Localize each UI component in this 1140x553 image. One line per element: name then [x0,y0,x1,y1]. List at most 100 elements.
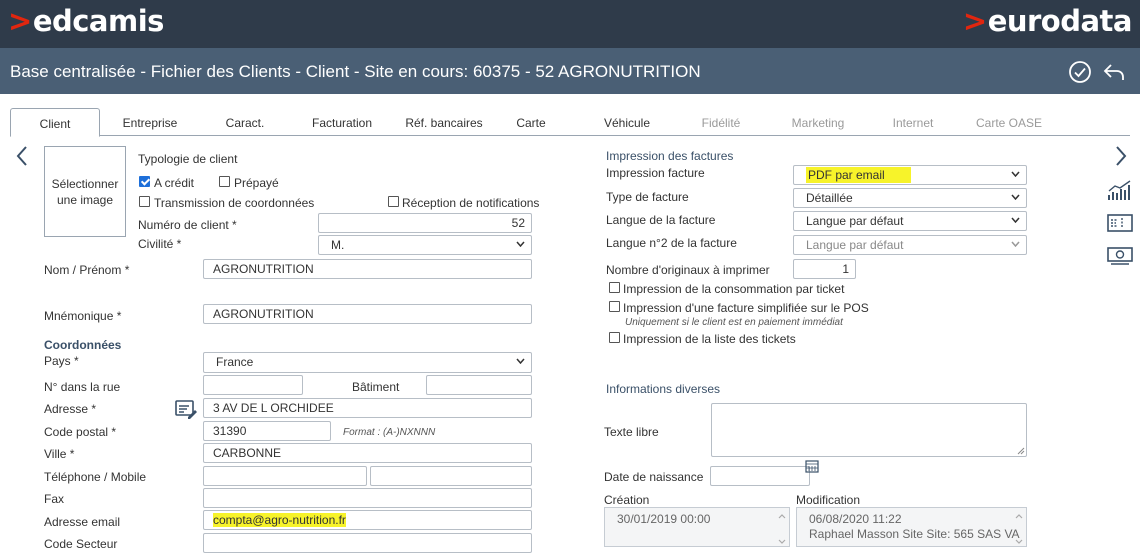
country-select[interactable]: France [203,352,532,373]
scroll-arrows-icon[interactable] [1015,512,1023,546]
street-number-field[interactable] [203,375,303,395]
tab-vehicule[interactable]: Véhicule [592,116,662,130]
phone-label: Téléphone / Mobile [44,470,147,484]
address-lookup-icon[interactable] [174,397,198,421]
tab-ref-bancaires[interactable]: Réf. bancaires [394,116,494,130]
postal-code-field[interactable]: 31390 [203,421,331,441]
sector-code-field[interactable] [203,533,532,553]
city-label: Ville * [44,447,75,461]
previous-arrow-icon[interactable] [14,145,30,167]
fax-label: Fax [44,492,65,506]
free-text-label: Texte libre [604,425,659,439]
civility-label: Civilité * [138,237,182,251]
simplified-invoice-checkbox[interactable] [609,301,620,312]
back-arrow-icon[interactable] [1102,60,1126,84]
tab-carte[interactable]: Carte [506,116,556,130]
invoice-type-select[interactable]: Détaillée [793,188,1027,208]
select-image-button[interactable]: Sélectionner une image [44,146,126,237]
modification-date: 06/08/2020 11:22 [809,512,902,526]
validate-check-icon[interactable] [1068,60,1092,84]
eurodata-logo-text: eurodata [987,4,1133,38]
invoice-type-label: Type de facture [606,190,689,204]
modification-user: Raphael Masson Site Site: 565 SAS VA [809,527,1020,541]
creation-value: 30/01/2019 00:00 [617,512,711,526]
tickets-list-checkbox[interactable] [609,332,620,343]
top-bar: >edcamis >eurodata [0,0,1140,48]
transmission-checkbox[interactable] [139,196,150,207]
mnemonic-field[interactable]: AGRONUTRITION [203,304,532,324]
name-field[interactable]: AGRONUTRITION [203,259,532,279]
fax-field[interactable] [203,488,532,508]
scroll-arrows-icon[interactable] [778,512,786,546]
cash-icon[interactable] [1106,244,1134,266]
invoice-print-section-title: Impression des factures [606,149,734,163]
creation-label: Création [604,493,650,507]
credit-checkbox[interactable] [139,176,150,187]
invoice-language2-value: Langue par défaut [806,238,904,252]
notifications-checkbox[interactable] [388,196,399,207]
eurodata-logo: >eurodata [962,4,1133,38]
client-number-label: Numéro de client * [138,218,237,232]
simplified-invoice-label: Impression d'une facture simplifiée sur … [623,301,869,315]
credit-label: A crédit [154,176,195,190]
address-label: Adresse * [44,402,97,416]
ticket-icon[interactable] [1106,212,1134,234]
tab-marketing: Marketing [791,116,845,130]
invoice-language-label: Langue de la facture [606,213,716,227]
consumption-checkbox[interactable] [609,282,620,293]
invoice-language2-label: Langue n°2 de la facture [606,236,737,250]
country-value: France [216,355,254,369]
name-label: Nom / Prénom * [44,263,130,277]
page-title: Base centralisée - Fichier des Clients -… [10,62,701,81]
mobile-field[interactable] [370,466,532,486]
transmission-label: Transmission de coordonnées [154,196,315,210]
mnemonic-label: Mnémonique * [44,309,122,323]
tab-facturation[interactable]: Facturation [302,116,382,130]
simplified-invoice-hint: Uniquement si le client est en paiement … [625,317,843,328]
free-text-area[interactable] [711,403,1027,457]
building-field[interactable] [426,375,532,395]
chevron-down-icon [516,358,525,364]
tab-internet: Internet [892,116,934,130]
chevron-down-icon [1011,194,1020,200]
phone-field[interactable] [203,466,367,486]
title-bar: Base centralisée - Fichier des Clients -… [0,48,1140,94]
invoice-print-label: Impression facture [606,166,705,180]
statistics-chart-icon[interactable] [1106,180,1134,202]
tab-entreprise[interactable]: Entreprise [112,116,188,130]
invoice-print-select[interactable]: PDF par email [793,165,1027,185]
invoice-language-value: Langue par défaut [806,214,904,228]
tab-caract[interactable]: Caract. [214,116,276,130]
civility-select[interactable]: M. [318,235,532,255]
prepaid-label: Prépayé [234,176,279,190]
next-arrow-icon[interactable] [1113,145,1129,167]
originals-count-field[interactable]: 1 [793,259,856,279]
edcamis-logo-text: edcamis [32,4,165,38]
birth-date-field[interactable] [710,466,810,486]
select-image-label: Sélectionner une image [51,176,119,207]
originals-count-label: Nombre d'originaux à imprimer [606,263,770,277]
prepaid-checkbox[interactable] [219,176,230,187]
modification-box: 06/08/2020 11:22 Raphael Masson Site Sit… [796,507,1027,547]
resize-handle-icon[interactable] [1017,447,1025,455]
civility-value: M. [331,238,345,252]
tab-client[interactable]: Client [10,108,100,137]
tickets-list-label: Impression de la liste des tickets [623,332,796,346]
chevron-down-icon [1011,171,1020,177]
calendar-icon[interactable] [805,459,819,473]
email-field[interactable]: compta@agro-nutrition.fr [203,510,532,530]
tab-bar: Client Entreprise Caract. Facturation Ré… [10,108,1130,137]
coordinates-section-title: Coordonnées [44,338,122,352]
consumption-label: Impression de la consommation par ticket [623,282,845,296]
client-number-field[interactable]: 52 [318,213,532,233]
invoice-type-value: Détaillée [806,191,853,205]
address-field[interactable]: 3 AV DE L ORCHIDEE [203,398,532,418]
modification-label: Modification [796,493,861,507]
invoice-language2-select[interactable]: Langue par défaut [793,235,1027,255]
city-field[interactable]: CARBONNE [203,443,532,463]
country-label: Pays * [44,354,79,368]
chevron-down-icon [516,241,525,247]
email-label: Adresse email [44,515,121,529]
postal-format-hint: Format : (A-)NXNNN [343,427,436,438]
invoice-language-select[interactable]: Langue par défaut [793,211,1027,231]
